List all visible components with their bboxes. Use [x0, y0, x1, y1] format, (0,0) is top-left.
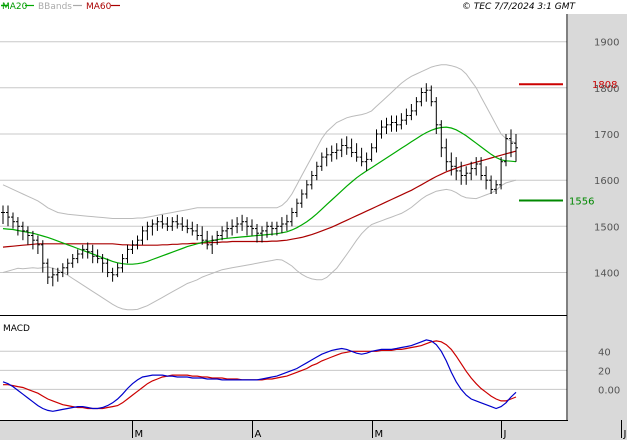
x-tick-label: M [375, 429, 384, 440]
ma20-legend-label: MA20 [2, 2, 28, 12]
x-axis-strip [0, 420, 627, 440]
stock-chart: 1808 1556 1400 1500 1600 1700 1800 1900 0.00 20 4… [0, 0, 627, 440]
price-y-tick-label: 1800 [594, 84, 619, 95]
price-y-tick-label: 1700 [594, 130, 619, 141]
chart-background [0, 0, 627, 440]
price-y-tick-label: 1900 [594, 38, 619, 49]
bbands-legend-label: BBands [38, 2, 72, 12]
timestamp: © TEC 7/7/2024 3:1 GMT [462, 2, 577, 12]
macd-y-tick-label: 40 [598, 347, 611, 358]
macd-y-tick-label: 20 [598, 366, 611, 377]
support-level-label: 1556 [569, 197, 594, 208]
price-y-tick-label: 1500 [594, 222, 619, 233]
macd-panel-title: MACD [3, 324, 30, 334]
ma60-legend-label: MA60 [86, 2, 112, 12]
x-tick-label: J [503, 429, 507, 440]
macd-y-tick-label: 0.00 [598, 385, 620, 396]
x-tick-label: J [623, 429, 627, 440]
x-tick-label: M [135, 429, 144, 440]
chart-canvas: 18081556 1400150016001700180019000.00204… [0, 0, 627, 440]
price-y-tick-label: 1400 [594, 269, 619, 280]
x-tick-label: A [255, 429, 262, 440]
price-y-tick-label: 1600 [594, 176, 619, 187]
